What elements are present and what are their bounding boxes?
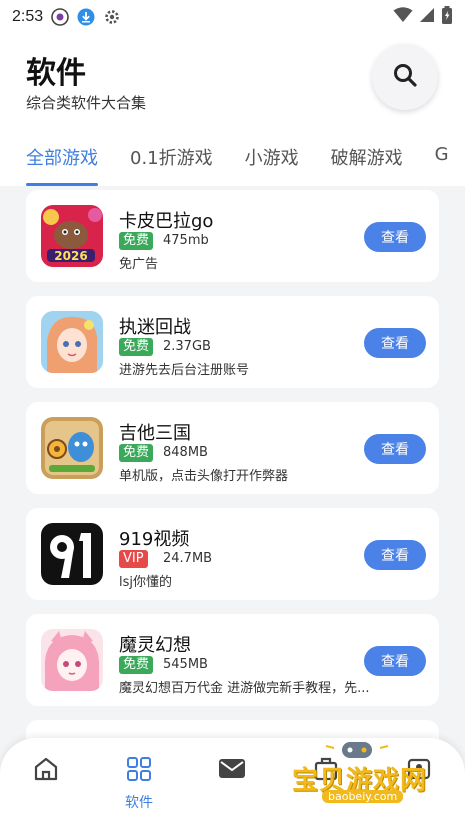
gamepad-icon xyxy=(325,742,389,758)
nav-software[interactable]: 软件 xyxy=(119,756,159,812)
price-badge: 免费 xyxy=(119,444,154,462)
status-time: 2:53 xyxy=(12,8,44,25)
app-description: 单机版，点击头像打开作弊器 xyxy=(119,469,289,484)
view-button[interactable]: 查看 xyxy=(364,328,426,358)
nav-messages[interactable] xyxy=(212,756,252,786)
status-bar: 2:53 xyxy=(0,0,465,34)
signal-icon xyxy=(419,7,435,27)
view-button[interactable]: 查看 xyxy=(364,222,426,252)
app-description: 进游先去后台注册账号 xyxy=(119,363,250,378)
wifi-icon xyxy=(393,7,413,27)
app-icon xyxy=(41,417,103,479)
list-item[interactable]: 919视频 VIP 24.7MB lsj你懂的 查看 xyxy=(26,508,439,600)
app-name: 卡皮巴拉go xyxy=(119,211,214,232)
app-name: 919视频 xyxy=(119,529,190,550)
grid-apps-icon xyxy=(126,756,152,786)
nav-home[interactable] xyxy=(26,756,66,786)
price-badge: 免费 xyxy=(119,656,154,674)
header: 软件 综合类软件大合集 全部游戏 0.1折游戏 小游戏 破解游戏 G xyxy=(0,34,465,186)
search-button[interactable] xyxy=(372,44,438,110)
app-size: 848MB xyxy=(163,445,208,460)
download-icon xyxy=(77,8,95,26)
app-name: 执迷回战 xyxy=(119,317,191,338)
search-icon xyxy=(392,62,418,92)
app-notification-icon xyxy=(51,8,69,26)
price-badge: 免费 xyxy=(119,232,154,250)
tab-more[interactable]: G xyxy=(435,138,449,186)
watermark-url: baobeiy.com xyxy=(322,790,404,803)
home-icon xyxy=(33,756,59,786)
page-title: 软件 xyxy=(26,56,86,91)
app-size: 2.37GB xyxy=(163,339,211,354)
app-size: 475mb xyxy=(163,233,209,248)
nav-software-label: 软件 xyxy=(125,795,153,811)
view-button[interactable]: 查看 xyxy=(364,434,426,464)
svg-text:2026: 2026 xyxy=(54,249,87,263)
app-name: 魔灵幻想 xyxy=(119,635,191,656)
tab-cracked-games[interactable]: 破解游戏 xyxy=(331,138,403,186)
battery-icon xyxy=(441,6,453,28)
app-icon xyxy=(41,311,103,373)
tab-all-games[interactable]: 全部游戏 xyxy=(26,138,98,186)
list-item[interactable]: 吉他三国 免费 848MB 单机版，点击头像打开作弊器 查看 xyxy=(26,402,439,494)
app-description: 魔灵幻想百万代金 进游做完新手教程，先... xyxy=(119,681,369,696)
app-size: 24.7MB xyxy=(163,551,213,566)
list-item[interactable]: 魔灵幻想 免费 545MB 魔灵幻想百万代金 进游做完新手教程，先... 查看 xyxy=(26,614,439,706)
page-subtitle: 综合类软件大合集 xyxy=(26,94,147,112)
category-tabs: 全部游戏 0.1折游戏 小游戏 破解游戏 G xyxy=(0,138,465,186)
app-list: 2026 卡皮巴拉go 免费 475mb 免广告 查看 执迷回战 免费 2.37… xyxy=(0,186,465,827)
app-icon: 2026 xyxy=(41,205,103,267)
app-description: 免广告 xyxy=(119,257,159,272)
watermark-logo: 宝贝游戏网 baobeiy.com xyxy=(286,738,436,808)
tab-mini-games[interactable]: 小游戏 xyxy=(245,138,299,186)
app-size: 545MB xyxy=(163,657,208,672)
settings-gear-icon xyxy=(103,8,121,26)
vip-badge: VIP xyxy=(119,550,148,568)
mail-icon xyxy=(217,756,247,786)
price-badge: 免费 xyxy=(119,338,154,356)
view-button[interactable]: 查看 xyxy=(364,646,426,676)
app-name: 吉他三国 xyxy=(119,423,191,444)
app-icon xyxy=(41,523,103,585)
tab-discount-games[interactable]: 0.1折游戏 xyxy=(130,138,213,186)
list-item[interactable]: 执迷回战 免费 2.37GB 进游先去后台注册账号 查看 xyxy=(26,296,439,388)
app-description: lsj你懂的 xyxy=(119,575,172,590)
list-item[interactable]: 2026 卡皮巴拉go 免费 475mb 免广告 查看 xyxy=(26,190,439,282)
app-icon xyxy=(41,629,103,691)
view-button[interactable]: 查看 xyxy=(364,540,426,570)
